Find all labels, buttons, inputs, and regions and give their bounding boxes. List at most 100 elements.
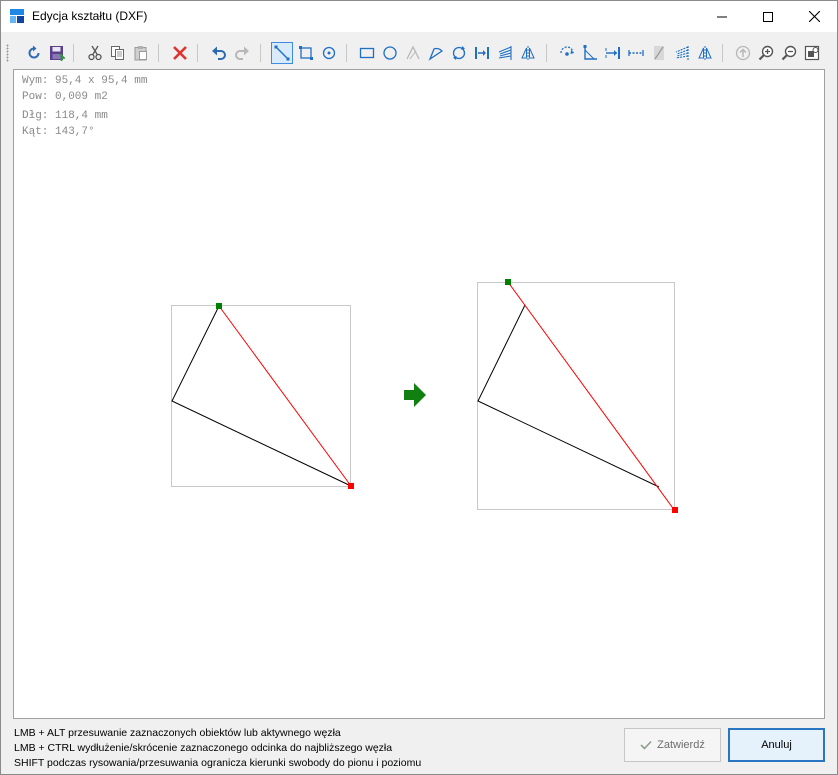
toolbar-separator [346,44,347,62]
toolbar-separator [546,44,547,62]
zoom-in-button[interactable] [755,42,777,64]
rotate-icon [452,46,466,60]
trim-icon [654,46,664,60]
check-icon [640,740,652,750]
dimension-icon [605,47,620,59]
shape-outline-before [171,305,352,487]
angle-button[interactable] [579,42,601,64]
hint-alt: LMB + ALT przesuwanie zaznaczonych obiek… [14,727,341,739]
hatch2-icon [675,46,689,60]
angle-icon [583,45,597,60]
mirror2-button[interactable] [694,42,716,64]
close-icon [808,11,820,22]
select-rectangle-icon [299,46,313,60]
measure-button[interactable] [625,42,647,64]
zoom-out-icon [781,45,797,61]
toolbar [1,39,837,67]
shape-outline-after [477,304,660,488]
shape-before [171,303,354,489]
hint-ctrl: LMB + CTRL wydłużenie/skrócenie zaznaczo… [14,742,393,754]
arc-icon [428,47,443,61]
minimize-button[interactable] [699,1,745,32]
hatch-icon [498,46,512,60]
refresh-icon [28,45,40,59]
cut-icon [88,45,102,61]
redo-button[interactable] [231,42,253,64]
measure-icon [628,50,644,56]
trim-button[interactable] [648,42,670,64]
fit-width-icon [475,47,489,59]
select-segment-button[interactable] [271,42,293,64]
rotate-button[interactable] [448,42,470,64]
mirror2-icon [698,46,712,60]
start-node-before[interactable] [216,303,222,309]
save-button[interactable] [46,42,68,64]
maximize-button[interactable] [745,1,791,32]
fit-width-button[interactable] [471,42,493,64]
end-node-before[interactable] [348,483,354,489]
bounding-box-after [477,282,675,510]
select-segment-icon [274,45,290,61]
title-bar: Edycja kształtu (DXF) [1,1,837,32]
rectangle-icon [359,47,375,59]
transition-arrow [404,383,426,407]
zoom-out-button[interactable] [778,42,800,64]
close-button[interactable] [791,1,837,32]
drawing-canvas[interactable]: Wym: 95,4 x 95,4 mm Pow: 0,009 m2 Dłg: 1… [13,69,825,719]
start-node-after[interactable] [505,279,511,285]
polyline-button[interactable] [402,42,424,64]
circle-button[interactable] [379,42,401,64]
redo-icon [235,46,249,60]
confirm-button[interactable]: Zatwierdź [624,728,721,762]
copy-button[interactable] [107,42,129,64]
copy-icon [111,46,124,60]
rotate-node-icon [560,46,574,56]
paste-icon [134,46,147,61]
rectangle-button[interactable] [356,42,378,64]
mirror-icon [521,46,535,60]
shape-after [477,279,678,513]
app-icon [10,9,24,23]
circle-icon [383,46,397,60]
toolbar-grip[interactable] [6,44,9,62]
confirm-button-label: Zatwierdź [657,739,705,751]
bounding-box-before [171,305,351,487]
up-button[interactable] [732,42,754,64]
cancel-button-label: Anuluj [761,739,792,751]
polyline-icon [406,45,420,60]
hatch-button[interactable] [494,42,516,64]
refresh-button[interactable] [23,42,45,64]
toolbar-separator [197,44,198,62]
toolbar-separator [158,44,159,62]
select-rectangle-button[interactable] [295,42,317,64]
hatch2-button[interactable] [671,42,693,64]
zoom-in-icon [758,45,774,61]
up-icon [735,45,751,61]
select-circle-button[interactable] [318,42,340,64]
mirror-button[interactable] [517,42,539,64]
selected-segment-before [218,305,352,487]
toolbar-separator [722,44,723,62]
window-title: Edycja kształtu (DXF) [32,9,148,23]
hint-shift: SHIFT podczas rysowania/przesuwania ogra… [14,757,422,769]
save-icon [50,46,65,61]
dimension-button[interactable] [602,42,624,64]
zoom-fit-icon [804,45,820,61]
paste-button[interactable] [130,42,152,64]
end-node-after[interactable] [672,507,678,513]
undo-icon [212,46,226,60]
cut-button[interactable] [84,42,106,64]
toolbar-separator [260,44,261,62]
zoom-fit-button[interactable] [801,42,823,64]
shape-drawing [171,279,678,513]
cancel-button[interactable]: Anuluj [728,728,825,762]
select-circle-icon [322,46,336,60]
delete-button[interactable] [169,42,191,64]
dialog-window: Edycja kształtu (DXF) Wym: 95,4 x 95,4 m… [0,0,838,775]
minimize-icon [717,16,727,17]
arc-button[interactable] [425,42,447,64]
toolbar-separator [73,44,74,62]
selected-segment-after [507,281,676,512]
rotate-node-button[interactable] [556,42,578,64]
undo-button[interactable] [208,42,230,64]
